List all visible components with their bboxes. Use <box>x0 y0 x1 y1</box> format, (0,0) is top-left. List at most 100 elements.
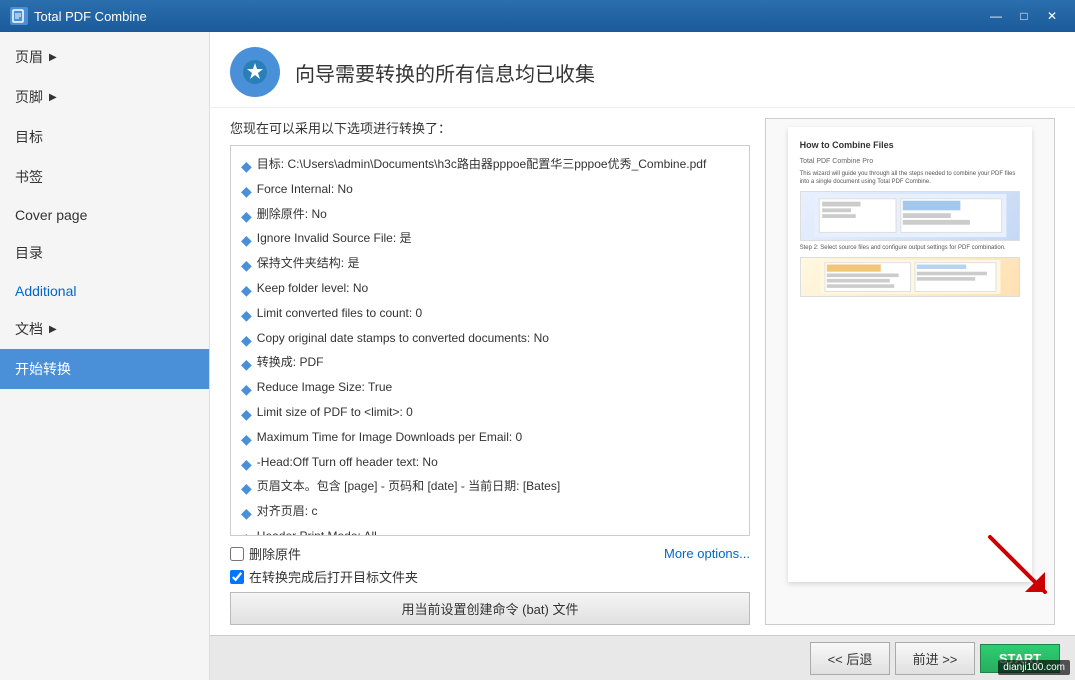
bullet-icon: ◆ <box>241 329 252 353</box>
list-item-text: Header Print Mode: All <box>257 526 377 536</box>
sidebar-item-target[interactable]: 目标 <box>0 117 209 157</box>
preview-page: How to Combine Files Total PDF Combine P… <box>788 127 1033 582</box>
sidebar-item-header[interactable]: 页眉▶ <box>0 37 209 77</box>
list-item-text: 对齐页眉: c <box>257 501 318 521</box>
open-folder-input[interactable] <box>230 570 244 584</box>
preview-text-2: Step 2: Select source files and configur… <box>800 245 1021 253</box>
preview-subtitle: Total PDF Combine Pro <box>800 157 1021 167</box>
bullet-icon: ◆ <box>241 403 252 427</box>
list-item: ◆Copy original date stamps to converted … <box>241 328 739 353</box>
bullet-icon: ◆ <box>241 378 252 402</box>
list-item-text: Copy original date stamps to converted d… <box>257 328 549 348</box>
arrow-icon: ▶ <box>49 92 57 103</box>
preview-screenshot-2 <box>800 257 1021 297</box>
options-row: 删除原件 More options... <box>230 544 750 563</box>
preview-title: How to Combine Files <box>800 139 1021 152</box>
arrow-icon: ▶ <box>49 324 57 335</box>
list-item-text: -Head:Off Turn off header text: No <box>257 452 438 472</box>
close-button[interactable]: ✕ <box>1039 6 1065 26</box>
bullet-icon: ◆ <box>241 502 252 526</box>
list-item: ◆Limit size of PDF to <limit>: 0 <box>241 402 739 427</box>
delete-original-label: 删除原件 <box>249 544 301 563</box>
list-item: ◆Limit converted files to count: 0 <box>241 303 739 328</box>
list-item: ◆保持文件夹结构: 是 <box>241 253 739 278</box>
list-item: ◆Keep folder level: No <box>241 278 739 303</box>
bullet-icon: ◆ <box>241 279 252 303</box>
sidebar-item-bookmark[interactable]: 书签 <box>0 157 209 197</box>
bullet-icon: ◆ <box>241 304 252 328</box>
app-title: Total PDF Combine <box>34 9 983 24</box>
open-folder-checkbox[interactable]: 在转换完成后打开目标文件夹 <box>230 567 750 586</box>
red-arrow <box>980 527 1060 610</box>
bullet-icon: ◆ <box>241 477 252 501</box>
minimize-button[interactable]: — <box>983 6 1009 26</box>
open-folder-label: 在转换完成后打开目标文件夹 <box>249 567 418 586</box>
sidebar-item-start[interactable]: 开始转换 <box>0 349 209 389</box>
subtitle-text: 您现在可以采用以下选项进行转换了： <box>230 118 750 137</box>
list-item-text: 页眉文本。包含 [page] - 页码和 [date] - 当前日期: [Bat… <box>257 476 560 496</box>
titlebar-controls: — □ ✕ <box>983 6 1065 26</box>
list-item-text: 目标: C:\Users\admin\Documents\h3c路由器pppoe… <box>257 154 707 174</box>
next-button[interactable]: 前进 >> <box>895 642 975 675</box>
main-container: 页眉▶页脚▶目标书签Cover page目录Additional文档▶开始转换 … <box>0 32 1075 680</box>
list-item: ◆-Head:Off Turn off header text: No <box>241 452 739 477</box>
list-item-text: Keep folder level: No <box>257 278 368 298</box>
bullet-icon: ◆ <box>241 453 252 477</box>
content-area: 向导需要转换的所有信息均已收集 您现在可以采用以下选项进行转换了： ◆目标: C… <box>210 32 1075 680</box>
list-item-text: Reduce Image Size: True <box>257 377 392 397</box>
list-item: ◆Force Internal: No <box>241 179 739 204</box>
list-item-text: 删除原件: No <box>257 204 327 224</box>
sidebar-item-additional[interactable]: Additional <box>0 273 209 309</box>
right-panel: How to Combine Files Total PDF Combine P… <box>765 118 1055 625</box>
arrow-icon: ▶ <box>49 52 57 63</box>
list-item: ◆删除原件: No <box>241 204 739 229</box>
bullet-icon: ◆ <box>241 353 252 377</box>
list-item-text: Limit size of PDF to <limit>: 0 <box>257 402 413 422</box>
delete-original-input[interactable] <box>230 547 244 561</box>
list-item: ◆Reduce Image Size: True <box>241 377 739 402</box>
list-item: ◆转换成: PDF <box>241 352 739 377</box>
bullet-icon: ◆ <box>241 180 252 204</box>
bullet-icon: ◆ <box>241 229 252 253</box>
content-body: 您现在可以采用以下选项进行转换了： ◆目标: C:\Users\admin\Do… <box>210 108 1075 635</box>
content-header: 向导需要转换的所有信息均已收集 <box>210 32 1075 108</box>
list-item: ◆对齐页眉: c <box>241 501 739 526</box>
bullet-icon: ◆ <box>241 527 252 536</box>
bullet-icon: ◆ <box>241 428 252 452</box>
page-title: 向导需要转换的所有信息均已收集 <box>295 58 595 87</box>
open-folder-row: 在转换完成后打开目标文件夹 <box>230 567 750 586</box>
list-item-text: Maximum Time for Image Downloads per Ema… <box>257 427 522 447</box>
sidebar-item-toc[interactable]: 目录 <box>0 233 209 273</box>
list-item-text: Force Internal: No <box>257 179 353 199</box>
more-options-link[interactable]: More options... <box>664 546 750 561</box>
maximize-button[interactable]: □ <box>1011 6 1037 26</box>
bullet-icon: ◆ <box>241 205 252 229</box>
list-item-text: 保持文件夹结构: 是 <box>257 253 360 273</box>
bullet-icon: ◆ <box>241 155 252 179</box>
info-box[interactable]: ◆目标: C:\Users\admin\Documents\h3c路由器pppo… <box>230 145 750 536</box>
list-item: ◆Maximum Time for Image Downloads per Em… <box>241 427 739 452</box>
watermark: dianji100.com <box>998 660 1070 675</box>
list-item: ◆页眉文本。包含 [page] - 页码和 [date] - 当前日期: [Ba… <box>241 476 739 501</box>
wizard-icon <box>230 47 280 97</box>
bullet-icon: ◆ <box>241 254 252 278</box>
list-item: ◆目标: C:\Users\admin\Documents\h3c路由器pppo… <box>241 154 739 179</box>
list-item-text: 转换成: PDF <box>257 352 324 372</box>
bottom-bar: << 后退 前进 >> START <box>210 635 1075 680</box>
preview-text-1: This wizard will guide you through all t… <box>800 171 1021 187</box>
sidebar-item-footer[interactable]: 页脚▶ <box>0 77 209 117</box>
list-item-text: Ignore Invalid Source File: 是 <box>257 228 412 248</box>
app-icon <box>10 7 28 25</box>
list-item: ◆Ignore Invalid Source File: 是 <box>241 228 739 253</box>
list-item: ◆ Header Print Mode: All <box>241 526 739 536</box>
sidebar-item-coverpage[interactable]: Cover page <box>0 197 209 233</box>
list-item-text: Limit converted files to count: 0 <box>257 303 422 323</box>
delete-original-checkbox[interactable]: 删除原件 <box>230 544 301 563</box>
sidebar-item-document[interactable]: 文档▶ <box>0 309 209 349</box>
back-button[interactable]: << 后退 <box>810 642 890 675</box>
titlebar: Total PDF Combine — □ ✕ <box>0 0 1075 32</box>
create-bat-button[interactable]: 用当前设置创建命令 (bat) 文件 <box>230 592 750 625</box>
preview-screenshot-1 <box>800 191 1021 241</box>
left-panel: 您现在可以采用以下选项进行转换了： ◆目标: C:\Users\admin\Do… <box>230 118 750 625</box>
sidebar: 页眉▶页脚▶目标书签Cover page目录Additional文档▶开始转换 <box>0 32 210 680</box>
